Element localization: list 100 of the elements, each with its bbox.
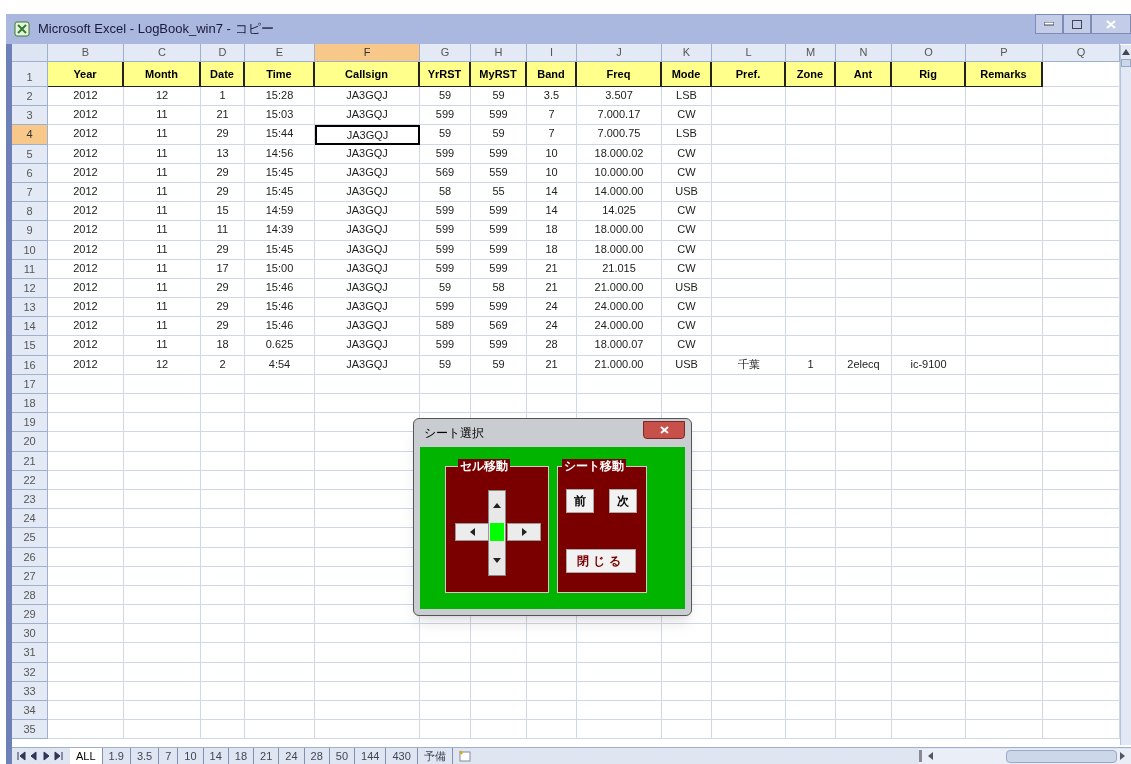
table-cell: 24 [527, 317, 577, 337]
row-header[interactable]: 12 [12, 278, 48, 299]
table-cell: 2012 [48, 106, 124, 126]
empty-cell [786, 106, 836, 126]
row-header[interactable]: 30 [12, 624, 48, 644]
table-cell: 14:59 [245, 202, 315, 222]
right-arrow-button[interactable] [507, 523, 541, 541]
row-header[interactable]: 28 [12, 585, 48, 606]
row-header[interactable]: 14 [12, 317, 48, 337]
row-header[interactable]: 21 [12, 451, 48, 471]
tab-scroll-arrows-icon[interactable] [16, 751, 66, 761]
vertical-scrollbar-thumb[interactable] [1121, 59, 1131, 67]
minimize-icon [1044, 22, 1054, 26]
previous-button[interactable]: 前 [566, 489, 594, 513]
close-button[interactable] [1091, 14, 1131, 34]
table-cell: 15:03 [245, 106, 315, 126]
row-header[interactable]: 17 [12, 374, 48, 394]
row-header[interactable]: 8 [12, 202, 48, 222]
table-cell: 4:54 [245, 355, 315, 375]
row-header[interactable]: 31 [12, 643, 48, 663]
row-header[interactable]: 27 [12, 566, 48, 586]
table-cell: 29 [201, 298, 245, 318]
empty-cell [786, 87, 836, 107]
column-header[interactable]: B [48, 44, 124, 62]
column-header[interactable]: G [420, 44, 471, 62]
row-header[interactable]: 35 [12, 720, 48, 740]
maximize-button[interactable] [1063, 14, 1091, 34]
table-cell: 21.015 [577, 259, 662, 279]
empty-cell [245, 394, 315, 414]
table-cell: 569 [420, 163, 471, 183]
column-header[interactable]: C [124, 44, 201, 62]
dialog-close-button[interactable] [643, 421, 685, 439]
row-header[interactable]: 11 [12, 259, 48, 279]
empty-cell [201, 432, 245, 452]
table-cell: USB [662, 182, 712, 203]
row-header[interactable]: 9 [12, 221, 48, 241]
empty-cell [836, 605, 892, 625]
row-header[interactable]: 1 [12, 62, 48, 87]
row-header[interactable]: 29 [12, 605, 48, 625]
table-cell: Year [48, 62, 124, 87]
active-cell[interactable]: JA3GQJ [315, 125, 420, 145]
table-cell: 18 [201, 336, 245, 356]
row-header[interactable]: 6 [12, 163, 48, 183]
row-header[interactable]: 22 [12, 470, 48, 490]
table-cell: 11 [124, 259, 201, 279]
row-header[interactable]: 33 [12, 681, 48, 701]
column-header[interactable]: Q [1043, 44, 1120, 62]
sheet-tab[interactable]: ALL [70, 748, 103, 764]
row-header[interactable]: 19 [12, 413, 48, 433]
column-header[interactable]: H [471, 44, 527, 62]
column-header[interactable]: D [201, 44, 245, 62]
column-header[interactable]: N [836, 44, 892, 62]
table-cell: Rig [892, 62, 966, 87]
left-arrow-button[interactable] [455, 523, 489, 541]
row-header[interactable]: 4 [12, 125, 48, 145]
horizontal-scrollbar-thumb[interactable] [1005, 749, 1118, 763]
empty-cell [786, 605, 836, 625]
row-header[interactable]: 16 [12, 355, 48, 375]
table-cell: 15:46 [245, 317, 315, 337]
table-cell: 11 [124, 163, 201, 183]
row-header[interactable]: 13 [12, 298, 48, 318]
empty-cell [786, 451, 836, 471]
column-header[interactable]: O [892, 44, 966, 62]
row-header[interactable]: 32 [12, 662, 48, 682]
table-cell: Pref. [712, 62, 786, 87]
close-button[interactable]: 閉じる [566, 549, 636, 573]
scroll-up-icon[interactable] [1122, 49, 1130, 55]
empty-cell [201, 489, 245, 510]
column-header[interactable]: K [662, 44, 712, 62]
table-cell: CW [662, 259, 712, 279]
row-header[interactable]: 26 [12, 547, 48, 567]
empty-cell [201, 605, 245, 625]
row-header[interactable]: 25 [12, 528, 48, 548]
row-header[interactable]: 20 [12, 432, 48, 452]
row-header[interactable]: 15 [12, 336, 48, 356]
column-header[interactable]: I [527, 44, 577, 62]
empty-cell [201, 394, 245, 414]
column-header[interactable]: E [245, 44, 315, 62]
empty-cell [201, 643, 245, 663]
scroll-right-icon[interactable] [1117, 751, 1127, 761]
empty-cell [836, 643, 892, 663]
table-cell: 0.625 [245, 336, 315, 356]
row-header[interactable]: 2 [12, 87, 48, 107]
row-header[interactable]: 24 [12, 509, 48, 529]
row-header[interactable]: 10 [12, 240, 48, 260]
column-header[interactable]: L [712, 44, 786, 62]
column-header[interactable]: F [315, 44, 420, 62]
table-cell: CW [662, 202, 712, 222]
row-header[interactable]: 5 [12, 144, 48, 164]
next-button[interactable]: 次 [609, 489, 637, 513]
empty-cell [836, 163, 892, 183]
empty-cell [662, 643, 712, 663]
row-header[interactable]: 18 [12, 394, 48, 414]
column-header[interactable]: M [786, 44, 836, 62]
row-header[interactable]: 23 [12, 489, 48, 510]
row-header[interactable]: 34 [12, 701, 48, 721]
row-header[interactable]: 7 [12, 182, 48, 203]
column-header[interactable]: J [577, 44, 662, 62]
row-header[interactable]: 3 [12, 106, 48, 126]
column-header[interactable]: P [966, 44, 1043, 62]
